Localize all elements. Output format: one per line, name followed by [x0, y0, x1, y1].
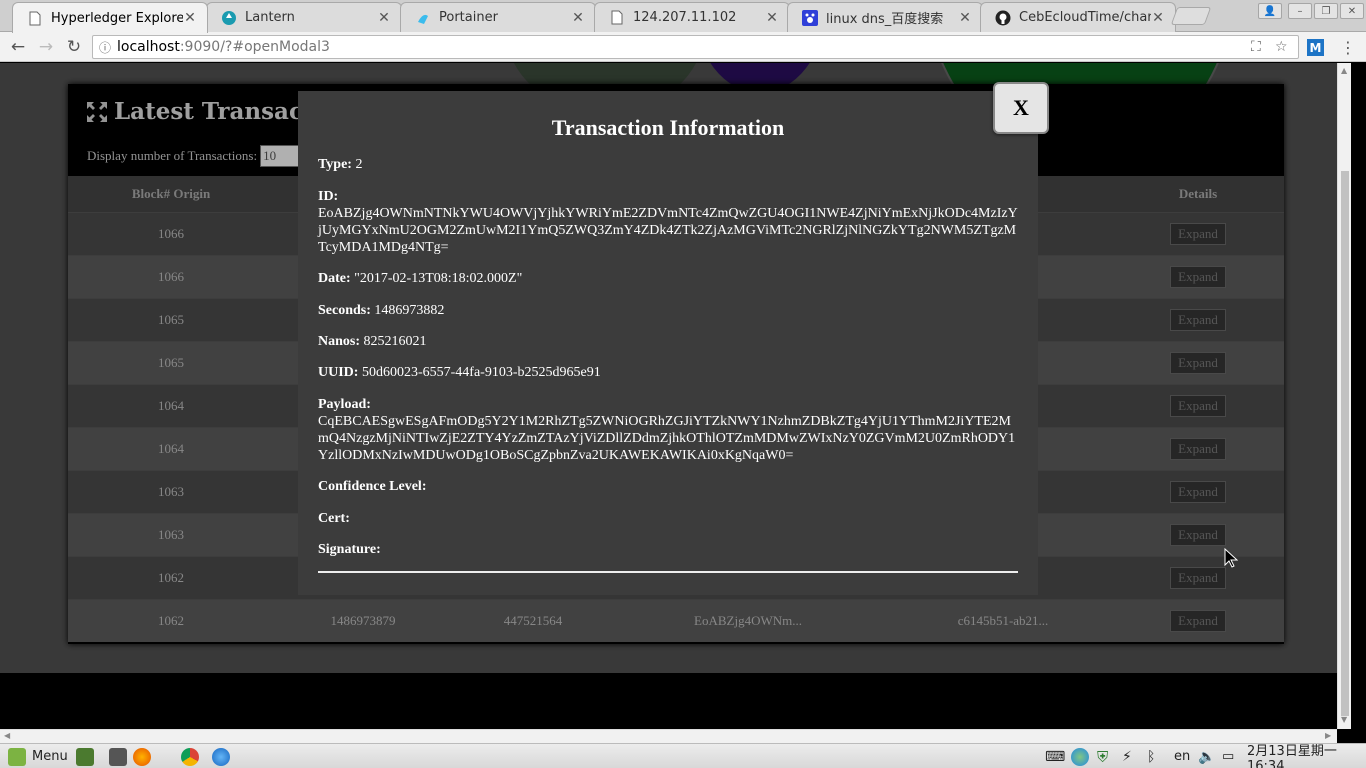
transaction-info-modal: Transaction Information X Type: 2 ID: EoA…: [298, 82, 1049, 595]
baidu-icon: [802, 9, 818, 26]
field-value: 2: [355, 157, 363, 172]
scroll-up-arrow-icon[interactable]: ▲: [1341, 66, 1347, 75]
scroll-left-arrow-icon[interactable]: ◀: [4, 731, 10, 740]
reload-icon[interactable]: ↻: [64, 37, 84, 57]
tab-title: Lantern: [245, 10, 295, 25]
tab-portainer[interactable]: Portainer ✕: [400, 2, 596, 32]
forward-arrow-icon[interactable]: →: [36, 37, 56, 57]
field-value: EoABZjg4OWNmNTNkYWU4OWVjYjhkYWRiYmE2ZDVm…: [318, 206, 1018, 255]
bookmark-star-icon[interactable]: ☆: [1275, 39, 1288, 55]
page-icon: [609, 10, 625, 26]
network-globe-icon[interactable]: [1071, 747, 1089, 766]
close-window-icon[interactable]: ✕: [1340, 3, 1364, 19]
terminal-icon[interactable]: [109, 747, 127, 766]
os-taskbar: Menu ⌨ ⛨ ⚡ ᛒ en 🔈 ▭ 2月13日星期一 16:34: [0, 743, 1366, 768]
field-label: Cert:: [318, 511, 350, 526]
modal-divider: [318, 571, 1018, 573]
field-value: CqEBCAESgwESgAFmODg5Y2Y1M2RhZTg5ZWNiOGRh…: [318, 414, 1016, 463]
firefox-icon[interactable]: [133, 747, 151, 766]
info-icon[interactable]: ⓘ: [93, 39, 117, 56]
start-menu-button[interactable]: Menu: [8, 747, 68, 766]
tab-title: CebEcloudTime/charity: [1019, 10, 1151, 25]
chrome-icon[interactable]: [181, 747, 199, 766]
user-profile-icon[interactable]: 👤: [1258, 3, 1282, 19]
volume-icon[interactable]: 🔈: [1198, 747, 1215, 766]
field-nanos: Nanos: 825216021: [318, 333, 1018, 350]
tab-title: linux dns_百度搜索: [826, 12, 944, 27]
scroll-down-arrow-icon[interactable]: ▼: [1341, 715, 1347, 724]
field-label: Payload:: [318, 397, 371, 412]
shield-icon[interactable]: ⛨: [1097, 747, 1108, 766]
page-viewport: Latest Transaction Display number of Tra…: [0, 63, 1337, 729]
field-confidence-level: Confidence Level:: [318, 478, 1018, 495]
menu-label: Menu: [32, 749, 68, 764]
field-signature: Signature:: [318, 541, 1018, 558]
url-path: :9090/?#openModal3: [179, 39, 330, 55]
field-value: 50d60023-6557-44fa-9103-b2525d965e91: [361, 365, 601, 380]
portainer-icon: [415, 10, 431, 26]
scrollbar-thumb[interactable]: [1341, 171, 1349, 716]
field-payload: Payload: CqEBCAESgwESgAFmODg5Y2Y1M2RhZTg5…: [318, 396, 1018, 464]
close-tab-icon[interactable]: ✕: [1151, 10, 1165, 26]
tab-ip-address[interactable]: 124.207.11.102 ✕: [594, 2, 790, 32]
field-value: 1486973882: [374, 303, 445, 318]
close-modal-button[interactable]: X: [993, 82, 1049, 134]
bluetooth-icon[interactable]: ᛒ: [1147, 747, 1155, 766]
extension-icon[interactable]: M: [1307, 39, 1324, 56]
close-tab-icon[interactable]: ✕: [377, 10, 391, 26]
mint-logo-icon: [8, 747, 26, 766]
field-cert: Cert:: [318, 510, 1018, 527]
page-icon: [27, 10, 43, 26]
field-label: Nanos:: [318, 334, 361, 349]
field-label: Seconds:: [318, 303, 371, 318]
field-label: Date:: [318, 271, 351, 286]
browser-tab-strip: Hyperledger Explorer ✕ Lantern ✕ Portain…: [0, 0, 1366, 33]
tab-github[interactable]: CebEcloudTime/charity ✕: [980, 2, 1176, 32]
close-tab-icon[interactable]: ✕: [765, 10, 779, 26]
tab-hyperledger-explorer[interactable]: Hyperledger Explorer ✕: [12, 2, 208, 33]
new-tab-button[interactable]: [1170, 7, 1212, 25]
field-type: Type: 2: [318, 156, 1018, 173]
close-tab-icon[interactable]: ✕: [183, 10, 197, 26]
desktop-icon[interactable]: [76, 747, 94, 766]
maximize-icon[interactable]: ❐: [1314, 3, 1338, 19]
tab-title: 124.207.11.102: [633, 10, 737, 25]
url-host: localhost: [117, 39, 180, 55]
minimize-icon[interactable]: –: [1288, 3, 1312, 19]
mouse-cursor-icon: [1224, 548, 1238, 568]
field-value: 825216021: [363, 334, 427, 349]
field-id: ID: EoABZjg4OWNmNTNkYWU4OWVjYjhkYWRiYmE2Z…: [318, 188, 1018, 256]
github-icon: [995, 10, 1011, 26]
field-label: Signature:: [318, 542, 381, 557]
tab-baidu-search[interactable]: linux dns_百度搜索 ✕: [787, 2, 983, 32]
browser-toolbar: ← → ↻ ⓘ localhost:9090/?#openModal3 ⛶ ☆ …: [0, 32, 1366, 62]
horizontal-scrollbar[interactable]: ◀ ▶: [0, 729, 1337, 743]
modal-title: Transaction Information: [551, 115, 785, 140]
field-label: UUID:: [318, 365, 359, 380]
browser-globe-icon[interactable]: [212, 747, 230, 766]
network-cable-icon[interactable]: ⚡: [1122, 747, 1132, 766]
field-label: Type:: [318, 157, 352, 172]
close-tab-icon[interactable]: ✕: [958, 10, 972, 26]
field-uuid: UUID: 50d60023-6557-44fa-9103-b2525d965e…: [318, 364, 1018, 381]
lantern-icon: [221, 10, 237, 26]
close-tab-icon[interactable]: ✕: [571, 10, 585, 26]
tab-title: Portainer: [439, 10, 498, 25]
vertical-scrollbar[interactable]: ▲ ▼: [1337, 63, 1351, 729]
tab-lantern[interactable]: Lantern ✕: [206, 2, 402, 32]
translate-icon[interactable]: ⛶: [1251, 39, 1261, 55]
clock[interactable]: 2月13日星期一 16:34: [1247, 744, 1366, 768]
field-label: ID:: [318, 189, 339, 204]
battery-icon[interactable]: ▭: [1222, 747, 1234, 766]
keyboard-layout[interactable]: en: [1174, 747, 1190, 766]
menu-kebab-icon[interactable]: ⋮: [1340, 38, 1356, 57]
field-label: Confidence Level:: [318, 479, 427, 494]
field-value: "2017-02-13T08:18:02.000Z": [354, 271, 523, 286]
field-seconds: Seconds: 1486973882: [318, 302, 1018, 319]
back-arrow-icon[interactable]: ←: [8, 37, 28, 57]
field-date: Date: "2017-02-13T08:18:02.000Z": [318, 270, 1018, 287]
tab-title: Hyperledger Explorer: [51, 10, 183, 26]
keyboard-icon[interactable]: ⌨: [1045, 747, 1065, 766]
address-bar[interactable]: ⓘ localhost:9090/?#openModal3 ⛶ ☆: [92, 35, 1299, 59]
